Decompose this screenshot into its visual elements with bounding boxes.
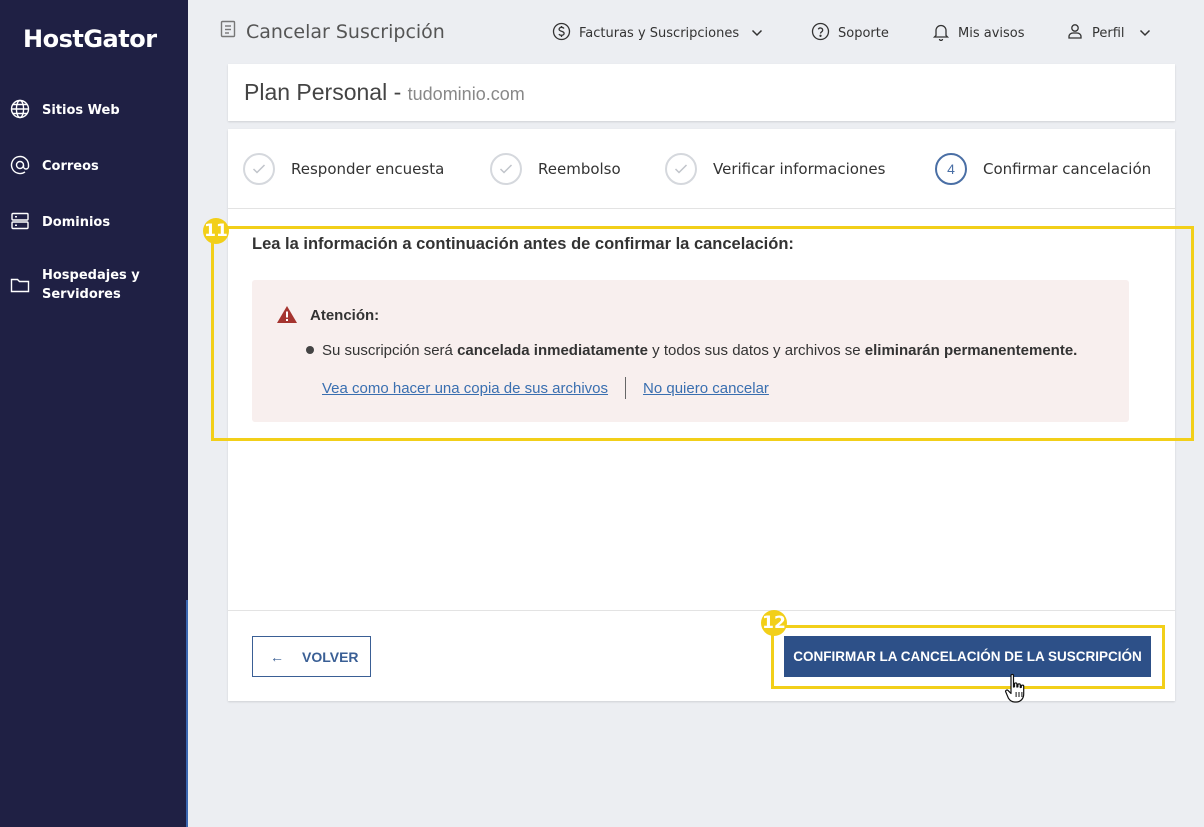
sidebar-item-dominios[interactable]: Dominios <box>0 210 188 232</box>
sidebar-scroll-indicator <box>186 600 188 827</box>
arrow-left-icon: ← <box>270 648 284 665</box>
notices-link[interactable]: Mis avisos <box>932 22 1025 45</box>
step-badge-12: 12 <box>761 610 787 636</box>
step-4: 4 Confirmar cancelación <box>935 153 1151 185</box>
plan-separator: - <box>393 79 402 105</box>
footer-divider <box>228 610 1175 611</box>
step-1: Responder encuesta <box>243 153 444 185</box>
sidebar-item-hospedajes[interactable]: Hospedajes y Servidores <box>0 264 188 306</box>
plan-domain: tudominio.com <box>407 84 525 104</box>
support-label: Soporte <box>838 26 889 41</box>
highlight-box-11 <box>211 226 1194 441</box>
stepper: Responder encuesta Reembolso Verificar i… <box>228 129 1175 209</box>
sidebar: HostGator Sitios Web Correos Dominios Ho… <box>0 0 188 827</box>
step-label: Confirmar cancelación <box>983 160 1152 178</box>
profile-dropdown[interactable]: Perfil <box>1066 22 1151 44</box>
user-icon <box>1066 22 1084 44</box>
sidebar-item-label: Sitios Web <box>42 103 120 118</box>
check-icon <box>243 153 275 185</box>
page-title: Cancelar Suscripción <box>220 20 445 43</box>
folder-icon <box>10 275 30 295</box>
billing-label: Facturas y Suscripciones <box>579 26 740 41</box>
step-badge-11: 11 <box>203 218 229 244</box>
profile-label: Perfil <box>1092 25 1125 41</box>
hand-pointer-cursor-icon <box>1004 672 1030 711</box>
plan-card: Plan Personal - tudominio.com <box>228 64 1175 121</box>
top-bar: Cancelar Suscripción Facturas y Suscripc… <box>188 0 1204 64</box>
step-number: 4 <box>935 153 967 185</box>
step-label: Reembolso <box>538 160 621 178</box>
highlight-box-12 <box>771 625 1165 689</box>
page-title-text: Cancelar Suscripción <box>246 20 445 43</box>
chevron-down-icon <box>1139 26 1151 41</box>
support-link[interactable]: Soporte <box>811 22 889 45</box>
hostgator-logo[interactable]: HostGator <box>23 25 157 53</box>
step-label: Responder encuesta <box>291 160 445 178</box>
at-icon <box>10 155 30 175</box>
dollar-icon <box>552 22 571 45</box>
globe-icon <box>10 99 30 119</box>
document-icon <box>220 20 236 43</box>
sidebar-item-label: Dominios <box>42 215 111 230</box>
bell-icon <box>932 22 950 45</box>
step-2: Reembolso <box>490 153 621 185</box>
sidebar-item-correos[interactable]: Correos <box>0 154 188 176</box>
billing-dropdown[interactable]: Facturas y Suscripciones <box>552 22 763 45</box>
check-icon <box>490 153 522 185</box>
plan-title: Plan Personal - tudominio.com <box>244 79 525 106</box>
sidebar-item-label: Hospedajes y Servidores <box>42 268 140 302</box>
help-circle-icon <box>811 22 830 45</box>
step-label: Verificar informaciones <box>713 160 886 178</box>
sidebar-item-label: Correos <box>42 159 99 174</box>
step-3: Verificar informaciones <box>665 153 885 185</box>
notices-label: Mis avisos <box>958 26 1025 41</box>
plan-name: Plan Personal <box>244 79 388 105</box>
back-button[interactable]: ← VOLVER <box>252 636 371 677</box>
chevron-down-icon <box>751 26 763 41</box>
check-icon <box>665 153 697 185</box>
server-icon <box>10 211 30 231</box>
back-label: VOLVER <box>302 648 359 665</box>
sidebar-item-sitios-web[interactable]: Sitios Web <box>0 98 188 120</box>
